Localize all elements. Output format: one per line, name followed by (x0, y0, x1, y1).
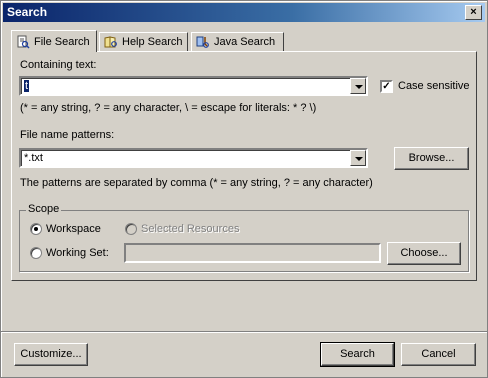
chevron-down-icon[interactable] (350, 150, 366, 166)
chevron-down-icon[interactable] (350, 78, 366, 94)
window-title: Search (7, 5, 48, 19)
file-search-icon (16, 35, 30, 49)
containing-text-label: Containing text: (20, 59, 97, 71)
containing-text-value: t (24, 80, 30, 92)
tab-label: File Search (34, 35, 90, 48)
close-button[interactable]: × (465, 5, 482, 20)
title-bar[interactable]: Search × (3, 3, 485, 22)
workspace-label: Workspace (46, 223, 101, 235)
close-icon: × (470, 6, 477, 18)
containing-text-hint: (* = any string, ? = any character, \ = … (20, 102, 317, 114)
customize-button[interactable]: Customize... (14, 343, 88, 366)
help-search-icon (104, 35, 118, 49)
case-sensitive-checkbox[interactable]: ✓ (380, 80, 393, 93)
tab-file-search[interactable]: File Search (11, 30, 97, 52)
containing-text-combo[interactable]: t (19, 76, 368, 96)
file-patterns-label: File name patterns: (20, 129, 115, 141)
search-dialog: Search × File Search Help Search Java Se… (0, 0, 488, 378)
selected-resources-radio[interactable] (125, 223, 137, 235)
workspace-radio[interactable] (30, 223, 42, 235)
file-patterns-combo[interactable]: *.txt (19, 148, 368, 168)
cancel-button[interactable]: Cancel (401, 343, 476, 366)
java-search-icon (196, 35, 210, 49)
tab-help-search[interactable]: Help Search (99, 32, 188, 51)
tab-java-search[interactable]: Java Search (191, 32, 284, 51)
working-set-radio[interactable] (30, 247, 42, 259)
tab-label: Help Search (122, 36, 183, 48)
browse-button[interactable]: Browse... (394, 147, 469, 170)
footer-separator (1, 331, 487, 333)
working-set-field[interactable] (124, 243, 381, 263)
file-patterns-value: *.txt (24, 152, 43, 164)
file-patterns-hint: The patterns are separated by comma (* =… (20, 177, 373, 189)
tab-label: Java Search (214, 36, 276, 48)
case-sensitive-label: Case sensitive (398, 80, 470, 92)
choose-button[interactable]: Choose... (387, 242, 461, 265)
selected-resources-label: Selected Resources (141, 223, 240, 235)
working-set-label: Working Set: (46, 247, 109, 259)
scope-legend: Scope (26, 203, 62, 215)
search-button[interactable]: Search (320, 342, 395, 367)
